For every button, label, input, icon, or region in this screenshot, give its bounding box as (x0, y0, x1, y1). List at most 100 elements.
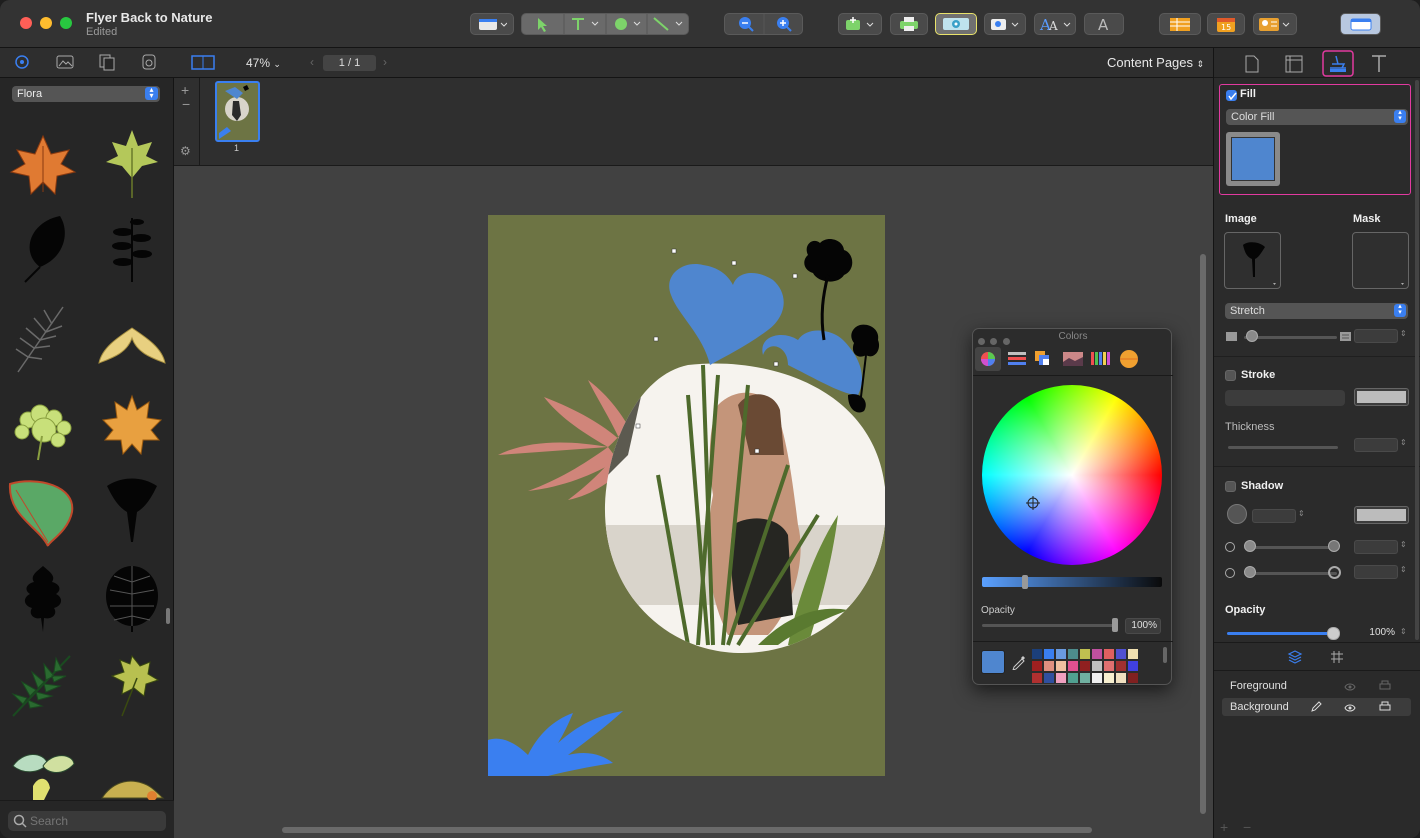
library-item[interactable] (8, 562, 78, 634)
library-item[interactable] (8, 476, 78, 548)
shadow-offset-knob[interactable] (1244, 540, 1256, 552)
library-item[interactable] (8, 746, 78, 802)
color-wheel[interactable] (982, 385, 1162, 565)
library-scrollbar[interactable] (166, 608, 170, 624)
vertical-scrollbar[interactable] (1200, 254, 1206, 814)
insert-button[interactable] (838, 13, 882, 35)
category-popup[interactable]: Flora ▴ ▾ (12, 86, 160, 102)
stepper-icon[interactable]: ⇕ (1400, 329, 1407, 338)
next-page-icon[interactable]: › (383, 55, 387, 69)
library-item[interactable] (8, 132, 78, 204)
shadow-blur-field[interactable] (1354, 565, 1398, 579)
contacts-button[interactable] (1253, 13, 1297, 35)
stepper-icon[interactable]: ⇕ (1298, 509, 1305, 518)
library-item[interactable] (8, 396, 78, 468)
stepper-icon[interactable]: ⇕ (1400, 565, 1407, 574)
shadow-offset-slider[interactable] (1244, 546, 1337, 549)
text-button[interactable]: A (1084, 13, 1124, 35)
library-item[interactable] (97, 768, 167, 802)
library-item[interactable] (97, 318, 167, 390)
content-pages-popup[interactable]: Content Pages ⇕ (1107, 55, 1204, 70)
two-page-view-icon[interactable] (190, 53, 220, 73)
shadow-color-well[interactable] (1354, 506, 1409, 524)
shadow-offset-field[interactable] (1354, 540, 1398, 554)
stroke-style-popup[interactable] (1225, 390, 1345, 406)
swatch-grid[interactable] (1032, 649, 1142, 685)
font-style-button[interactable]: AA (1034, 13, 1076, 35)
opacity-field[interactable]: 100% (1125, 618, 1161, 634)
shadow-blur-slider[interactable] (1244, 572, 1337, 575)
image-button[interactable] (984, 13, 1026, 35)
layer-opacity-knob[interactable] (1327, 627, 1340, 640)
stroke-color-well[interactable] (1354, 388, 1409, 406)
image-scale-field[interactable] (1354, 329, 1398, 343)
eyedropper-icon[interactable] (1011, 654, 1027, 670)
printer-icon[interactable] (1379, 701, 1391, 713)
stepper-icon[interactable]: ⇕ (1400, 438, 1407, 447)
zoom-window-button[interactable] (60, 17, 72, 29)
printer-icon[interactable] (1379, 680, 1391, 692)
brightness-slider[interactable] (982, 575, 1162, 589)
thickness-slider[interactable] (1228, 446, 1338, 449)
add-layer-icon[interactable]: + (1220, 819, 1228, 835)
library-item[interactable] (8, 302, 78, 374)
search-field[interactable] (8, 811, 166, 831)
stepper-icon[interactable]: ⇕ (1400, 627, 1407, 636)
fill-color-well[interactable] (1226, 132, 1280, 186)
swatch-scrollbar[interactable] (1163, 647, 1167, 663)
fill-type-popup[interactable]: Color Fill ▴ ▾ (1226, 109, 1408, 125)
colors-button[interactable] (935, 13, 977, 35)
stepper-icon[interactable]: ⇕ (1400, 540, 1407, 549)
inspector-scrollbar[interactable] (1415, 80, 1419, 640)
remove-layer-icon[interactable]: − (1243, 819, 1251, 835)
layout-button[interactable] (470, 13, 514, 35)
shadow-angle-dial[interactable] (1227, 504, 1247, 524)
eye-icon[interactable] (1344, 703, 1356, 713)
thickness-field[interactable] (1354, 438, 1398, 452)
eye-icon[interactable] (1344, 682, 1356, 692)
zoom-popup[interactable]: 47% ⌄ (246, 56, 281, 70)
shadow-checkbox[interactable] (1225, 481, 1236, 492)
brightness-knob[interactable] (1022, 575, 1028, 589)
minimize-window-button[interactable] (40, 17, 52, 29)
stroke-checkbox[interactable] (1225, 370, 1236, 381)
shadow-angle-field[interactable] (1252, 509, 1296, 523)
table-button[interactable] (1159, 13, 1201, 35)
layers-icon[interactable] (1287, 649, 1303, 665)
library-item[interactable] (97, 392, 167, 464)
fill-checkbox[interactable] (1226, 90, 1237, 101)
library-item[interactable] (8, 648, 78, 720)
sidebar-toggle-button[interactable] (1340, 13, 1381, 35)
layer-row[interactable]: Foreground (1222, 677, 1411, 695)
image-well[interactable] (1224, 232, 1281, 289)
print-button[interactable] (890, 13, 928, 35)
search-input[interactable] (30, 813, 160, 829)
opacity-slider[interactable] (982, 624, 1118, 627)
library-item[interactable] (97, 128, 167, 200)
page-thumbnail[interactable] (215, 81, 260, 142)
grid-icon[interactable] (1329, 649, 1345, 665)
mask-well[interactable] (1352, 232, 1409, 289)
flyer-page[interactable] (488, 215, 885, 776)
layer-opacity-field[interactable]: 100% (1354, 627, 1398, 641)
image-scale-knob[interactable] (1246, 330, 1258, 342)
close-window-button[interactable] (20, 17, 32, 29)
gear-icon[interactable]: ⚙ (180, 144, 191, 158)
horizontal-scrollbar[interactable] (282, 827, 1092, 833)
stretch-popup[interactable]: Stretch ▴ ▾ (1225, 303, 1408, 319)
page-indicator[interactable]: 1 / 1 (323, 55, 376, 71)
calendar-button[interactable]: 15 (1207, 13, 1245, 35)
remove-page-icon[interactable]: − (182, 96, 190, 112)
library-item[interactable] (10, 212, 80, 284)
library-item[interactable] (97, 212, 167, 284)
pencil-icon[interactable] (1310, 701, 1322, 713)
shadow-blur-knob[interactable] (1244, 566, 1256, 578)
library-item[interactable] (97, 562, 167, 634)
current-color-well[interactable] (981, 650, 1005, 674)
library-item[interactable] (97, 648, 167, 720)
library-item[interactable] (97, 476, 167, 548)
opacity-knob[interactable] (1112, 618, 1118, 632)
layer-opacity-slider[interactable] (1227, 632, 1337, 635)
layer-row-selected[interactable]: Background (1222, 698, 1411, 716)
previous-page-icon[interactable]: ‹ (310, 55, 314, 69)
